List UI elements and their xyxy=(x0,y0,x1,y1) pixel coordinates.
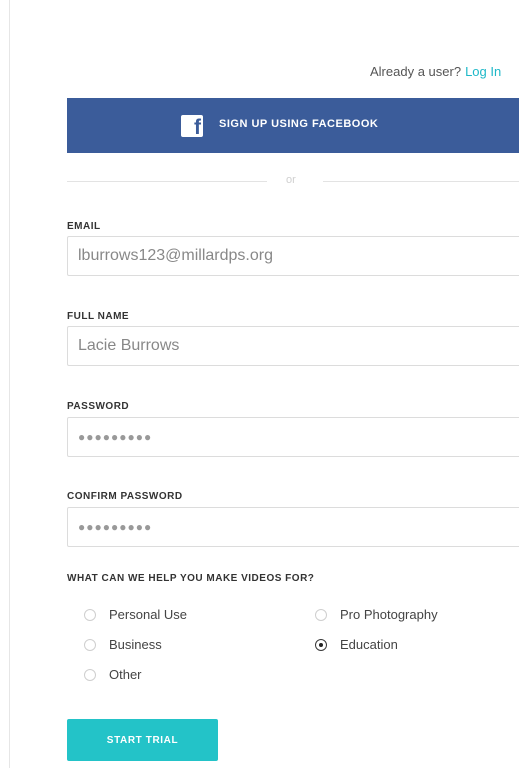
password-label: PASSWORD xyxy=(67,401,130,412)
radio-pro-photography[interactable]: Pro Photography xyxy=(315,607,438,622)
email-field[interactable] xyxy=(67,236,519,276)
radio-label: Personal Use xyxy=(109,607,188,622)
facebook-signup-label: SIGN UP USING FACEBOOK xyxy=(219,118,379,130)
already-user-row: Already a user? Log In xyxy=(370,64,501,79)
full-name-field[interactable] xyxy=(67,326,519,366)
purpose-question: WHAT CAN WE HELP YOU MAKE VIDEOS FOR? xyxy=(67,573,315,584)
radio-other[interactable]: Other xyxy=(84,667,142,682)
radio-circle-icon xyxy=(315,608,327,621)
or-divider: or xyxy=(67,174,519,188)
password-field[interactable] xyxy=(67,417,519,457)
radio-label: Education xyxy=(340,637,398,652)
divider-line-right xyxy=(323,181,519,182)
radio-business[interactable]: Business xyxy=(84,637,162,652)
full-name-label: FULL NAME xyxy=(67,311,130,322)
login-link[interactable]: Log In xyxy=(465,64,501,79)
radio-selected-icon xyxy=(315,638,327,651)
radio-label: Pro Photography xyxy=(340,607,438,622)
facebook-signup-button[interactable]: f SIGN UP USING FACEBOOK xyxy=(67,98,519,153)
left-border xyxy=(9,0,10,768)
start-trial-button[interactable]: START TRIAL xyxy=(67,719,218,761)
radio-circle-icon xyxy=(84,668,96,681)
radio-label: Other xyxy=(109,667,142,682)
radio-circle-icon xyxy=(84,638,96,651)
confirm-password-field[interactable] xyxy=(67,507,519,547)
already-user-text: Already a user? xyxy=(370,64,462,79)
email-label: EMAIL xyxy=(67,221,101,232)
confirm-password-label: CONFIRM PASSWORD xyxy=(67,491,183,502)
radio-circle-icon xyxy=(84,608,96,621)
radio-label: Business xyxy=(109,637,162,652)
radio-personal-use[interactable]: Personal Use xyxy=(84,607,187,622)
divider-line-left xyxy=(67,181,267,182)
radio-education[interactable]: Education xyxy=(315,637,398,652)
or-text: or xyxy=(286,174,296,186)
facebook-icon: f xyxy=(181,115,203,137)
